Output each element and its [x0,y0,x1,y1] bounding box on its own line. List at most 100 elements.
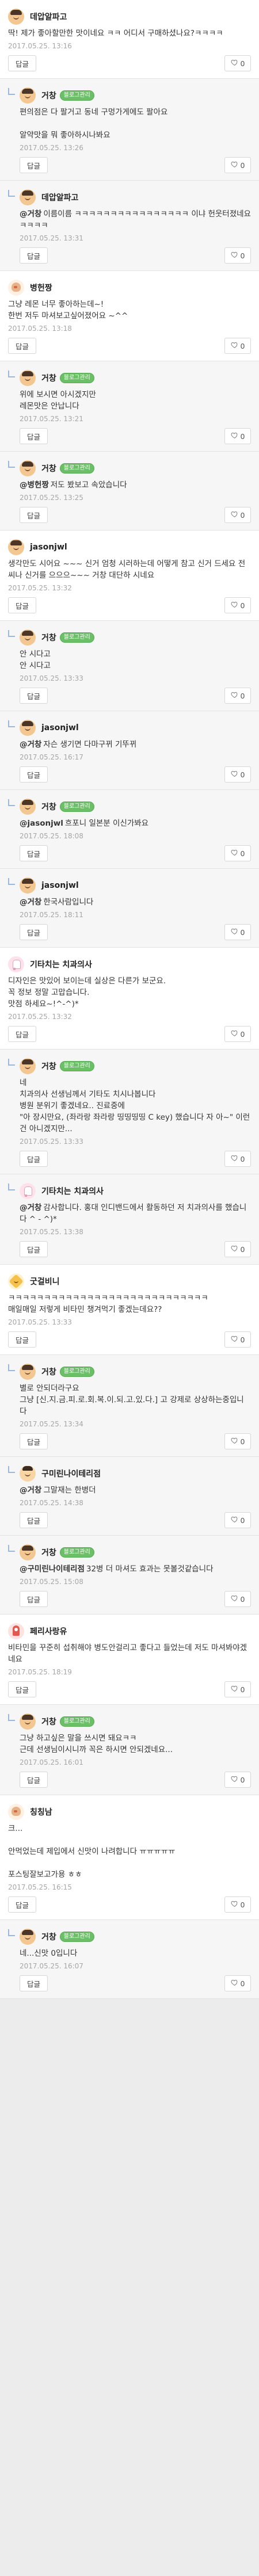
author-name[interactable]: 거창 [41,1060,56,1072]
reply-button[interactable]: 답글 [8,338,37,354]
reply-button[interactable]: 답글 [8,1896,37,1913]
reply-button[interactable]: 답글 [8,55,37,71]
like-button[interactable]: 0 [224,1772,251,1788]
like-button[interactable]: 0 [224,55,251,71]
mention-link[interactable]: @구미린나이테리점 [20,1564,85,1574]
mention-link[interactable]: @거창 [20,740,41,749]
avatar[interactable] [20,1544,36,1560]
author-name[interactable]: jasonjwl [41,881,79,890]
like-button[interactable]: 0 [224,1433,251,1449]
avatar[interactable] [20,460,36,476]
avatar[interactable] [8,1623,24,1639]
author-name[interactable]: 거창 [41,90,56,101]
reply-button[interactable]: 답글 [20,428,48,444]
author-name[interactable]: 거창 [41,372,56,384]
reply-button[interactable]: 답글 [8,1681,37,1697]
like-button[interactable]: 0 [224,1331,251,1348]
like-button[interactable]: 0 [224,845,251,861]
avatar[interactable] [8,956,24,972]
like-button[interactable]: 0 [224,1512,251,1528]
avatar[interactable] [20,87,36,104]
like-button[interactable]: 0 [224,1151,251,1167]
reply-button[interactable]: 답글 [8,597,37,613]
like-button[interactable]: 0 [224,1026,251,1042]
author-name[interactable]: 거창 [41,463,56,474]
like-button[interactable]: 0 [224,247,251,264]
reply-button[interactable]: 답글 [20,1433,48,1449]
reply-button[interactable]: 답글 [20,507,48,523]
author-name[interactable]: 거창 [41,801,56,812]
like-button[interactable]: 0 [224,1591,251,1607]
avatar[interactable] [20,1183,36,1199]
avatar[interactable] [8,9,24,25]
reply-button[interactable]: 답글 [20,766,48,783]
reply-button[interactable]: 답글 [20,688,48,704]
like-count: 0 [240,1685,245,1694]
author-name[interactable]: 데압알파고 [30,11,67,22]
avatar[interactable] [8,1273,24,1289]
like-button[interactable]: 0 [224,428,251,444]
reply-button[interactable]: 답글 [20,1512,48,1528]
author-name[interactable]: jasonjwl [30,543,67,552]
mention-link[interactable]: @거창 [20,1486,41,1495]
reply-button[interactable]: 답글 [20,247,48,264]
author-name[interactable]: 데압알파고 [41,192,78,203]
author-name[interactable]: 병헌짱 [30,282,52,293]
mention-link[interactable]: @거창 [20,1203,41,1212]
avatar[interactable] [20,1466,36,1482]
like-count: 0 [240,432,245,441]
author-name[interactable]: 거창 [41,632,56,643]
reply-button[interactable]: 답글 [8,1026,37,1042]
avatar[interactable] [20,799,36,815]
reply-button[interactable]: 답글 [20,1772,48,1788]
avatar[interactable] [20,1713,36,1730]
author-name[interactable]: 거창 [41,1547,56,1558]
avatar[interactable] [20,1058,36,1074]
like-button[interactable]: 0 [224,338,251,354]
mention-link[interactable]: @거창 [20,898,41,907]
reply-button[interactable]: 답글 [20,924,48,940]
reply-button[interactable]: 답글 [20,1241,48,1257]
reply-button[interactable]: 답글 [20,1591,48,1607]
reply-button[interactable]: 답글 [20,1151,48,1167]
avatar[interactable] [8,1804,24,1820]
like-button[interactable]: 0 [224,1681,251,1697]
avatar[interactable] [8,539,24,555]
avatar[interactable] [20,877,36,894]
like-button[interactable]: 0 [224,688,251,704]
like-button[interactable]: 0 [224,507,251,523]
avatar[interactable] [20,720,36,736]
author-name[interactable]: 구미린나이테리점 [41,1468,101,1479]
author-name[interactable]: 거창 [41,1366,56,1377]
reply-button[interactable]: 답글 [8,1331,37,1348]
like-button[interactable]: 0 [224,597,251,613]
avatar[interactable] [20,1364,36,1380]
mention-link[interactable]: @병헌짱 [20,480,49,490]
author-name[interactable]: 굿걸비니 [30,1276,60,1287]
avatar[interactable] [8,280,24,296]
like-button[interactable]: 0 [224,1241,251,1257]
author-name[interactable]: 기타치는 치과의사 [41,1185,104,1197]
author-name[interactable]: 칭칭남 [30,1806,52,1818]
avatar[interactable] [20,1929,36,1945]
author-name[interactable]: 기타치는 치과의사 [30,959,92,970]
like-button[interactable]: 0 [224,1896,251,1913]
author-name[interactable]: 거창 [41,1931,56,1943]
like-button[interactable]: 0 [224,924,251,940]
avatar[interactable] [20,629,36,646]
reply-button[interactable]: 답글 [20,1975,48,1991]
reply-button[interactable]: 답글 [20,845,48,861]
avatar[interactable] [20,189,36,205]
author-name[interactable]: 페리사랑유 [30,1625,67,1637]
avatar[interactable] [20,370,36,386]
mention-link[interactable]: @거창 [20,209,41,219]
comment-actions: 답글 0 [20,1241,251,1257]
author-name[interactable]: jasonjwl [41,723,79,732]
mention-link[interactable]: @jasonjwl [20,819,63,828]
like-button[interactable]: 0 [224,766,251,783]
comment-body: 자슨 생기면 다마구뀌 기뚜뀌 [43,740,137,749]
like-button[interactable]: 0 [224,1975,251,1991]
reply-button[interactable]: 답글 [20,157,48,173]
like-button[interactable]: 0 [224,157,251,173]
author-name[interactable]: 거창 [41,1716,56,1727]
